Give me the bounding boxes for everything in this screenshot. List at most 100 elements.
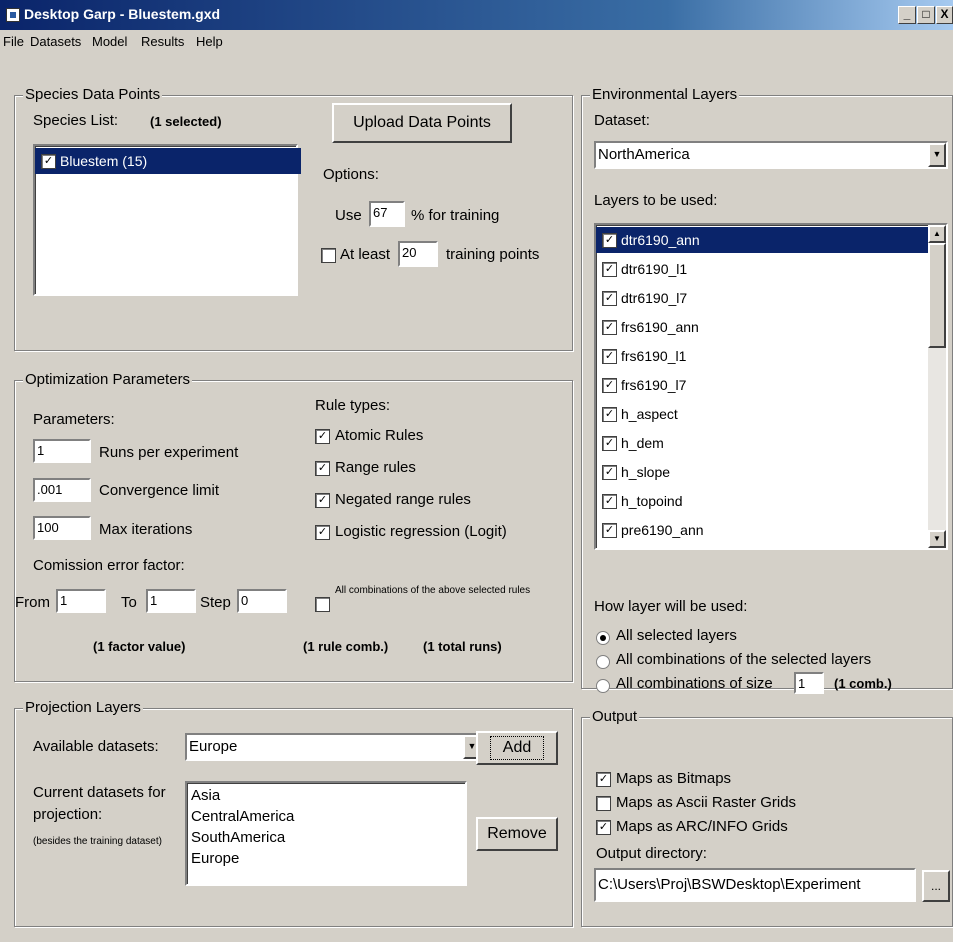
remove-button[interactable]: Remove <box>476 817 558 851</box>
projection-group-label: Projection Layers <box>23 699 143 716</box>
close-button[interactable]: X <box>936 6 953 24</box>
add-button[interactable]: Add <box>476 731 558 765</box>
max-iterations-label: Max iterations <box>99 521 193 538</box>
negated-range-rules-checkbox[interactable]: ✓ <box>315 493 330 508</box>
step-label: Step <box>200 594 231 611</box>
dataset-label: Dataset: <box>594 112 650 129</box>
runs-per-experiment-input[interactable]: 1 <box>33 439 91 463</box>
atomic-rules-checkbox[interactable]: ✓ <box>315 429 330 444</box>
maps-ascii-checkbox[interactable] <box>596 796 611 811</box>
scroll-thumb[interactable] <box>928 243 946 348</box>
available-datasets-select[interactable]: Europe ▼ <box>185 733 483 761</box>
layer-checkbox[interactable]: ✓ <box>602 464 617 480</box>
current-datasets-note: (besides the training dataset) <box>33 836 162 847</box>
output-group: Output ✓ Maps as Bitmaps Maps as Ascii R… <box>581 708 953 927</box>
layer-row[interactable]: ✓ h_slope <box>596 459 670 485</box>
list-item[interactable]: SouthAmerica <box>187 827 465 848</box>
at-least-checkbox[interactable] <box>321 248 336 263</box>
usage-all-combinations-radio[interactable] <box>596 655 610 669</box>
layers-scrollbar[interactable]: ▲ ▼ <box>928 225 946 548</box>
current-datasets-list[interactable]: Asia CentralAmerica SouthAmerica Europe <box>185 781 467 886</box>
list-item[interactable]: Asia <box>187 785 465 806</box>
layer-checkbox[interactable]: ✓ <box>602 377 617 393</box>
max-iterations-input[interactable]: 100 <box>33 516 91 540</box>
list-item[interactable]: CentralAmerica <box>187 806 465 827</box>
to-label: To <box>121 594 137 611</box>
maps-bitmaps-checkbox[interactable]: ✓ <box>596 772 611 787</box>
dropdown-arrow-icon[interactable]: ▼ <box>928 143 946 167</box>
layer-checkbox[interactable]: ✓ <box>602 232 617 248</box>
combination-size-input[interactable]: 1 <box>794 672 824 694</box>
current-datasets-label: Current datasets for projection: <box>33 784 166 823</box>
layer-checkbox[interactable]: ✓ <box>602 290 617 306</box>
comb-summary: (1 comb.) <box>834 676 892 691</box>
all-combinations-rules-checkbox[interactable] <box>315 597 330 612</box>
species-checkbox[interactable]: ✓ <box>41 153 56 169</box>
environmental-layers-group: Environmental Layers Dataset: NorthAmeri… <box>581 86 953 694</box>
layer-checkbox[interactable]: ✓ <box>602 493 617 509</box>
menu-bar: File Datasets Model Results Help <box>0 30 953 54</box>
layer-row[interactable]: ✓ dtr6190_ann <box>596 227 928 253</box>
usage-combinations-of-size-radio[interactable] <box>596 679 610 693</box>
maps-arcinfo-label: Maps as ARC/INFO Grids <box>616 818 788 835</box>
species-list[interactable]: ✓ Bluestem (15) <box>33 144 301 296</box>
training-percent-input[interactable]: 67 <box>369 201 405 227</box>
range-rules-label: Range rules <box>335 459 416 476</box>
layer-row[interactable]: ✓ h_aspect <box>596 401 678 427</box>
app-icon[interactable] <box>6 8 20 22</box>
minimize-button[interactable]: _ <box>898 6 916 24</box>
convergence-limit-label: Convergence limit <box>99 482 220 499</box>
to-input[interactable]: 1 <box>146 589 196 613</box>
species-list-item[interactable]: ✓ Bluestem (15) <box>35 148 301 174</box>
total-runs-summary: (1 total runs) <box>423 639 502 654</box>
title-bar[interactable]: Desktop Garp - Bluestem.gxd _ □ X <box>0 0 953 30</box>
layer-row[interactable]: ✓ pre6190_ann <box>596 517 704 543</box>
output-group-label: Output <box>590 708 640 725</box>
training-percent-label: % for training <box>411 207 500 224</box>
rule-types-label: Rule types: <box>315 397 391 414</box>
dataset-select[interactable]: NorthAmerica ▼ <box>594 141 948 169</box>
step-input[interactable]: 0 <box>237 589 287 613</box>
output-directory-input[interactable]: C:\Users\Proj\BSWDesktop\Experiment <box>594 868 916 902</box>
maximize-button[interactable]: □ <box>917 6 935 24</box>
window-title: Desktop Garp - Bluestem.gxd <box>24 6 221 22</box>
menu-file[interactable]: File <box>3 34 24 49</box>
usage-all-selected-radio[interactable] <box>596 631 610 645</box>
layer-row[interactable]: ✓ dtr6190_l7 <box>596 285 687 311</box>
layer-row[interactable]: ✓ h_dem <box>596 430 664 456</box>
projection-layers-group: Projection Layers Available datasets: Eu… <box>14 699 573 927</box>
logit-checkbox[interactable]: ✓ <box>315 525 330 540</box>
layer-row[interactable]: ✓ h_topoind <box>596 488 683 514</box>
species-selected-count: (1 selected) <box>150 114 222 129</box>
convergence-limit-input[interactable]: .001 <box>33 478 91 502</box>
rule-comb-summary: (1 rule comb.) <box>303 639 389 654</box>
maps-bitmaps-label: Maps as Bitmaps <box>616 770 732 787</box>
list-item[interactable]: Europe <box>187 848 465 869</box>
layers-list[interactable]: ✓ dtr6190_ann ✓ dtr6190_l1 ✓ dtr6190_l7 ✓ fr… <box>594 223 948 550</box>
layer-checkbox[interactable]: ✓ <box>602 435 617 451</box>
upload-data-points-button[interactable]: Upload Data Points <box>332 103 512 143</box>
layer-checkbox[interactable]: ✓ <box>602 261 617 277</box>
range-rules-checkbox[interactable]: ✓ <box>315 461 330 476</box>
menu-model[interactable]: Model <box>92 34 127 49</box>
from-label: From <box>15 594 50 611</box>
maps-arcinfo-checkbox[interactable]: ✓ <box>596 820 611 835</box>
layer-checkbox[interactable]: ✓ <box>602 522 617 538</box>
menu-help[interactable]: Help <box>196 34 223 49</box>
negated-range-rules-label: Negated range rules <box>335 491 471 508</box>
scroll-up-icon[interactable]: ▲ <box>928 225 946 243</box>
browse-button[interactable]: ... <box>922 870 950 902</box>
training-points-input[interactable]: 20 <box>398 241 438 267</box>
menu-datasets[interactable]: Datasets <box>30 34 81 49</box>
layer-row[interactable]: ✓ frs6190_ann <box>596 314 699 340</box>
layer-checkbox[interactable]: ✓ <box>602 406 617 422</box>
from-input[interactable]: 1 <box>56 589 106 613</box>
layer-row[interactable]: ✓ dtr6190_l1 <box>596 256 687 282</box>
layer-row[interactable]: ✓ frs6190_l7 <box>596 372 686 398</box>
layer-row[interactable]: ✓ frs6190_l1 <box>596 343 686 369</box>
layer-checkbox[interactable]: ✓ <box>602 348 617 364</box>
options-label: Options: <box>323 166 379 183</box>
menu-results[interactable]: Results <box>141 34 184 49</box>
layer-checkbox[interactable]: ✓ <box>602 319 617 335</box>
scroll-down-icon[interactable]: ▼ <box>928 530 946 548</box>
